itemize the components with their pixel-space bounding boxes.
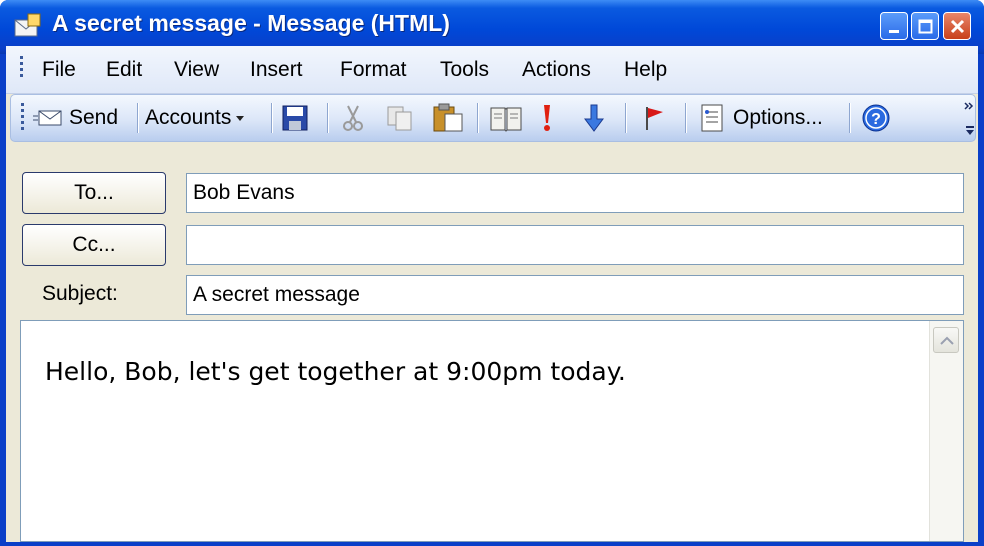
standard-toolbar: Send Accounts Options... ?: [10, 94, 976, 142]
minimize-icon: [889, 30, 899, 33]
toolbar-separator: [477, 103, 479, 133]
toolbar-separator: [327, 103, 329, 133]
close-icon: [950, 19, 965, 34]
address-book-button[interactable]: [489, 101, 523, 135]
flag-icon: [646, 107, 663, 130]
toolbar-separator: [625, 103, 627, 133]
paste-button[interactable]: [431, 101, 465, 135]
options-label: Options...: [733, 106, 823, 129]
menu-insert[interactable]: Insert: [250, 58, 303, 82]
message-envelope-icon: [14, 13, 41, 37]
menu-help[interactable]: Help: [624, 58, 667, 82]
save-icon: [282, 105, 308, 131]
options-icon: [701, 104, 723, 132]
subject-label: Subject:: [42, 282, 118, 305]
message-client-area: File Edit View Insert Format Tools Actio…: [6, 46, 978, 542]
scroll-up-button[interactable]: [933, 327, 959, 353]
help-icon: ?: [862, 104, 890, 132]
menu-actions[interactable]: Actions: [522, 58, 591, 82]
close-button[interactable]: [943, 12, 971, 40]
menu-format[interactable]: Format: [340, 58, 407, 82]
cut-icon: [343, 105, 363, 131]
toolbar-separator: [137, 103, 139, 133]
menu-bar: File Edit View Insert Format Tools Actio…: [6, 46, 978, 94]
importance-low-button[interactable]: [583, 101, 605, 135]
subject-field[interactable]: A secret message: [186, 275, 964, 315]
window-title: A secret message - Message (HTML): [52, 10, 450, 36]
minimize-button[interactable]: [880, 12, 908, 40]
menu-edit[interactable]: Edit: [106, 58, 142, 82]
send-label: Send: [69, 106, 119, 129]
chevron-up-icon: [940, 336, 954, 345]
cut-button[interactable]: [341, 101, 365, 135]
importance-low-icon: [584, 104, 604, 132]
paste-icon: [433, 103, 463, 132]
message-body-text: Hello, Bob, let's get together at 9:00pm…: [45, 357, 626, 386]
toolbar-separator: [271, 103, 273, 133]
message-body[interactable]: Hello, Bob, let's get together at 9:00pm…: [20, 320, 964, 542]
toolbar-grip[interactable]: [21, 103, 25, 133]
to-button[interactable]: To...: [22, 172, 166, 214]
importance-high-button[interactable]: [539, 101, 555, 135]
toolbar-separator: [849, 103, 851, 133]
svg-text:?: ?: [871, 111, 881, 128]
follow-up-flag-button[interactable]: [643, 101, 667, 135]
menu-tools[interactable]: Tools: [440, 58, 489, 82]
importance-high-icon: [544, 105, 550, 131]
menu-file[interactable]: File: [42, 58, 76, 82]
send-button[interactable]: Send: [33, 101, 118, 135]
cc-field[interactable]: [186, 225, 964, 265]
dropdown-arrow-icon: [236, 116, 245, 121]
copy-button[interactable]: [385, 101, 415, 135]
maximize-button[interactable]: [911, 12, 939, 40]
menu-view[interactable]: View: [174, 58, 219, 82]
to-field[interactable]: Bob Evans: [186, 173, 964, 213]
address-book-icon: [490, 107, 522, 132]
copy-icon: [387, 106, 412, 131]
maximize-icon: [918, 19, 933, 34]
message-window: A secret message - Message (HTML) File E…: [0, 0, 984, 546]
help-button[interactable]: ?: [861, 101, 891, 135]
vertical-scrollbar[interactable]: [929, 321, 963, 541]
save-button[interactable]: [281, 101, 309, 135]
toolbar-separator: [685, 103, 687, 133]
accounts-button[interactable]: Accounts: [145, 101, 249, 135]
cc-button[interactable]: Cc...: [22, 224, 166, 266]
accounts-label: Accounts: [145, 106, 232, 129]
options-button[interactable]: Options...: [699, 101, 823, 135]
send-icon: [33, 110, 62, 126]
toolbar-options-chevron-icon[interactable]: [963, 99, 977, 139]
menubar-grip[interactable]: [20, 56, 24, 80]
